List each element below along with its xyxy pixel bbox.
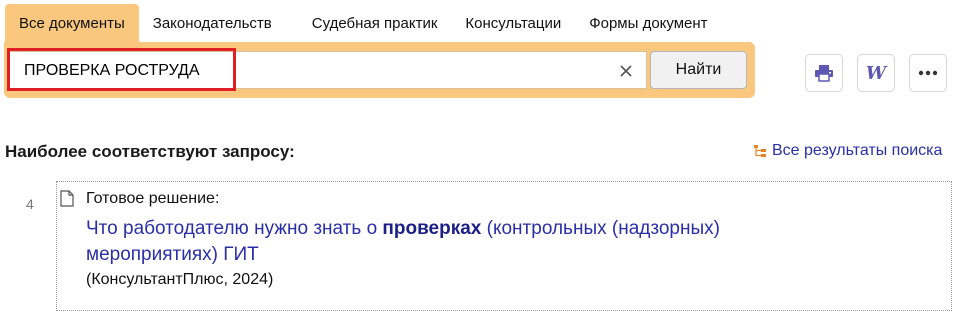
more-button[interactable]	[909, 54, 947, 92]
result-title-before[interactable]: Что работодателю нужно знать о	[86, 218, 382, 239]
word-export-icon: W	[865, 62, 887, 84]
results-heading: Наиболее соответствуют запросу:	[5, 142, 295, 161]
all-results-label[interactable]: Все результаты поиска	[772, 142, 942, 160]
result-number: 4	[26, 196, 34, 212]
search-input-value[interactable]: ПРОВЕРКА РОСТРУДА	[24, 52, 200, 90]
result-title-keyword[interactable]: проверках	[382, 218, 481, 239]
word-export-button[interactable]: W	[857, 54, 895, 92]
result-title-link[interactable]: Что работодателю нужно знать о проверках…	[86, 216, 846, 268]
tab-all-documents[interactable]: Все документы	[5, 4, 139, 44]
tab-consultations[interactable]: Консультации	[451, 4, 575, 44]
result-source: (КонсультантПлюс, 2024)	[86, 271, 274, 288]
tab-bar: Все документы Законодательств Судебная п…	[5, 4, 722, 44]
all-results-link[interactable]: Все результаты поиска	[753, 142, 942, 160]
search-input[interactable]: ПРОВЕРКА РОСТРУДА	[9, 51, 647, 89]
tab-document-forms[interactable]: Формы документ	[575, 4, 721, 44]
tab-legislation[interactable]: Законодательств	[139, 4, 286, 44]
search-panel: ПРОВЕРКА РОСТРУДА Найти	[4, 42, 755, 98]
tree-icon	[754, 145, 766, 157]
find-button[interactable]: Найти	[650, 51, 747, 89]
more-dots-icon	[918, 70, 938, 76]
print-button[interactable]	[805, 54, 843, 92]
tab-judicial-practice[interactable]: Судебная практик	[286, 4, 452, 44]
document-icon	[60, 190, 74, 207]
printer-icon	[815, 65, 833, 82]
clear-icon[interactable]	[618, 63, 634, 79]
result-kind: Готовое решение:	[86, 190, 220, 207]
